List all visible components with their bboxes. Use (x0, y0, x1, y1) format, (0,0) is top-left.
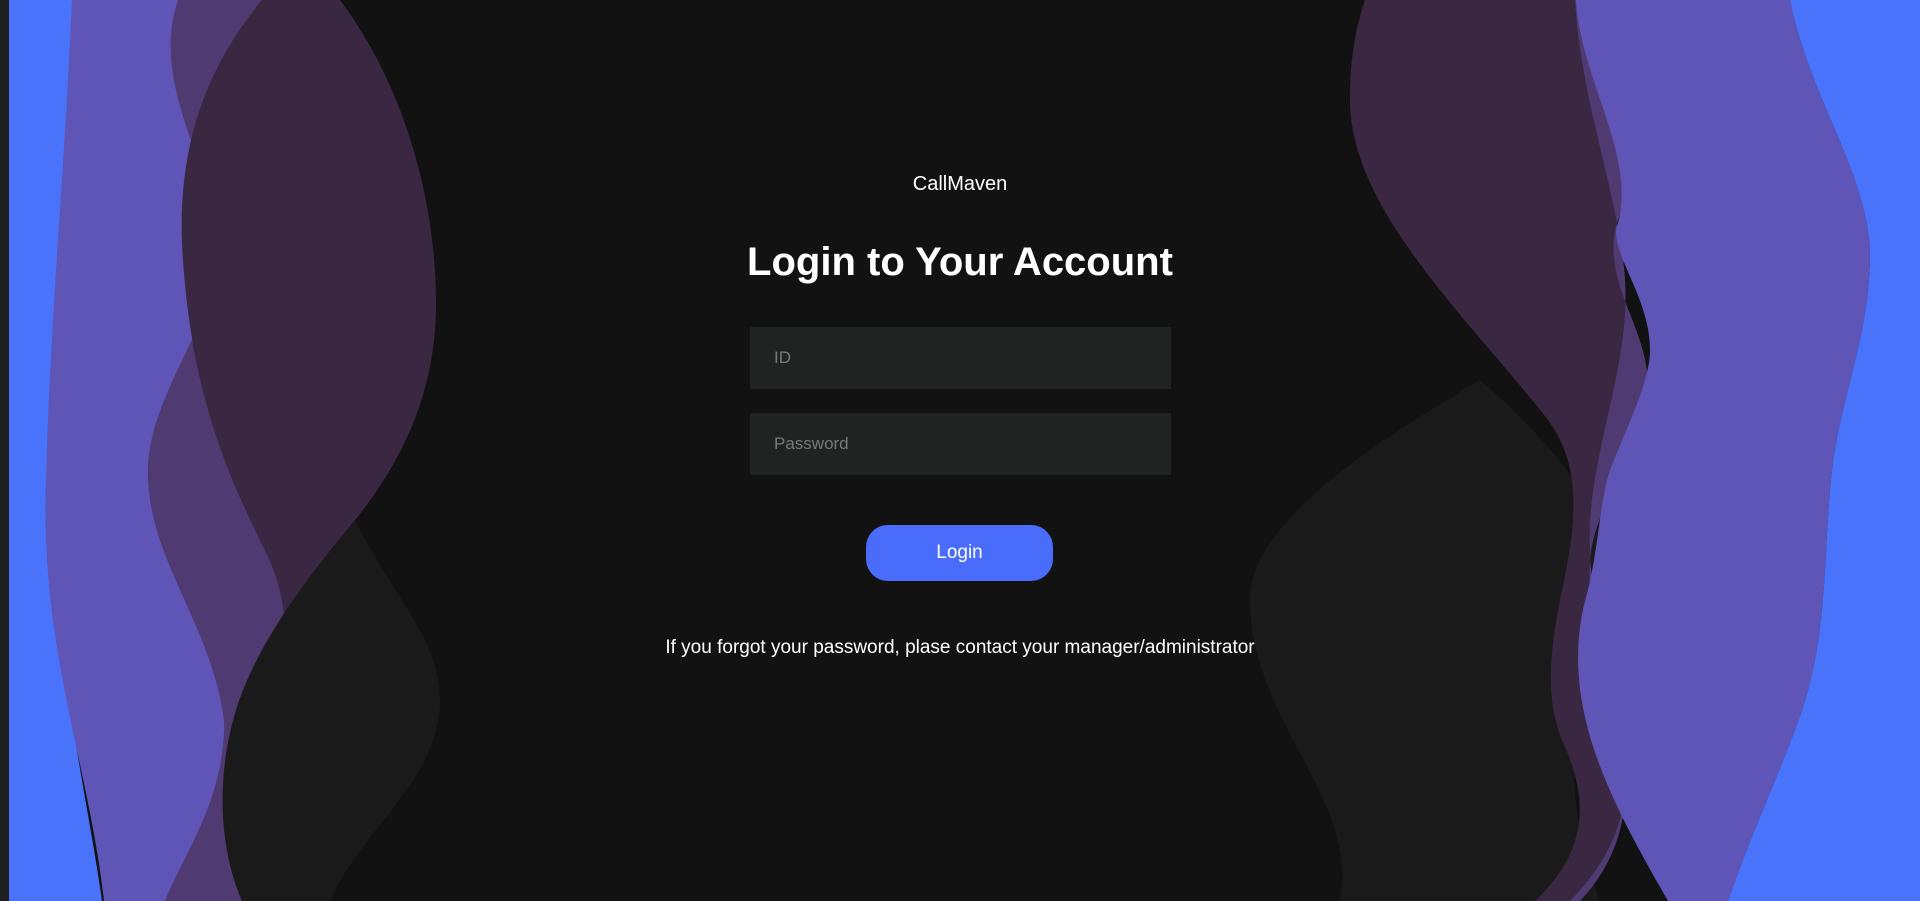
brand-name: CallMaven (912, 173, 1008, 195)
id-input[interactable] (750, 327, 1171, 389)
login-screen: CallMaven Login to Your Account Login If… (0, 0, 1920, 901)
page-title: Login to Your Account (747, 240, 1173, 284)
login-panel: CallMaven Login to Your Account Login If… (0, 0, 1920, 901)
password-input[interactable] (750, 413, 1171, 475)
forgot-password-help-text: If you forgot your password, plase conta… (665, 637, 1255, 658)
login-button[interactable]: Login (866, 525, 1053, 581)
